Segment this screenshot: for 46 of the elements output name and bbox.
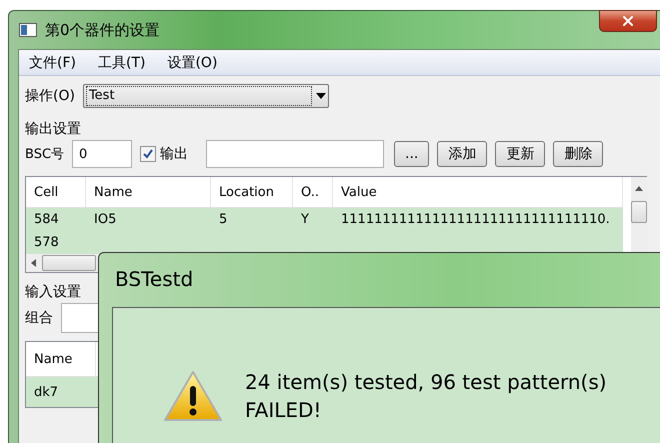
dialog-title: BSTestd [115,267,194,293]
window-icon [19,23,37,37]
scroll-thumb[interactable] [42,255,96,271]
operation-label: 操作(O) [25,87,75,105]
menu-item[interactable]: 文件(F) [29,54,76,72]
warning-icon [163,370,223,422]
table-cell-text: IO5 [93,212,118,227]
table-cell-text: 5 [218,212,228,227]
window-title: 第0个器件的设置 [45,20,160,40]
operation-dropdown[interactable]: Test [82,84,329,108]
dialog-message: 24 item(s) tested, 96 test pattern(s) [245,370,607,394]
column-header[interactable]: Location [211,177,293,207]
column-header[interactable]: Value [333,177,623,207]
action-button[interactable]: 添加 [437,141,488,167]
output-field[interactable] [206,140,384,168]
table-cell-text: dk7 [33,384,60,400]
menu-item[interactable]: 工具(T) [98,54,146,72]
combo-label: 组合 [25,309,53,327]
scroll-left-icon[interactable] [30,259,36,267]
table-cell-text: Y [300,212,310,227]
dialog-message: FAILED! [245,398,322,422]
dropdown-arrow-icon [316,93,326,99]
vertical-scrollbar[interactable] [631,177,647,254]
scroll-thumb[interactable] [631,201,647,223]
close-button[interactable] [599,10,657,32]
section-heading: 输出设置 [25,120,82,138]
bsc-field[interactable]: 0 [72,140,132,168]
table-cell-text: 11111111111111111111111111111110. [340,212,611,227]
section-heading: 输入设置 [25,283,82,301]
bsc-label: BSC号 [25,146,64,163]
table-row[interactable]: 584 IO5 5 Y 11111111111111111111111111111110. [26,208,623,231]
output-checkbox[interactable] [140,146,156,162]
scroll-up-icon[interactable] [635,185,643,193]
table-cell-text: 578 [33,235,60,250]
checkbox-label: 输出 [160,145,188,163]
menu-item[interactable]: 设置(O) [167,54,218,72]
close-icon [620,13,636,29]
column-header[interactable]: Cell [26,177,86,207]
table-cell-text: 584 [33,212,60,227]
column-header[interactable]: Name [26,342,96,376]
column-header[interactable]: Name [86,177,211,207]
table-row[interactable]: 578 [26,231,623,254]
action-button[interactable]: 删除 [553,141,604,167]
browse-button[interactable]: ... [394,141,430,167]
action-button[interactable]: 更新 [495,141,546,167]
column-header[interactable]: O.. [293,177,333,207]
